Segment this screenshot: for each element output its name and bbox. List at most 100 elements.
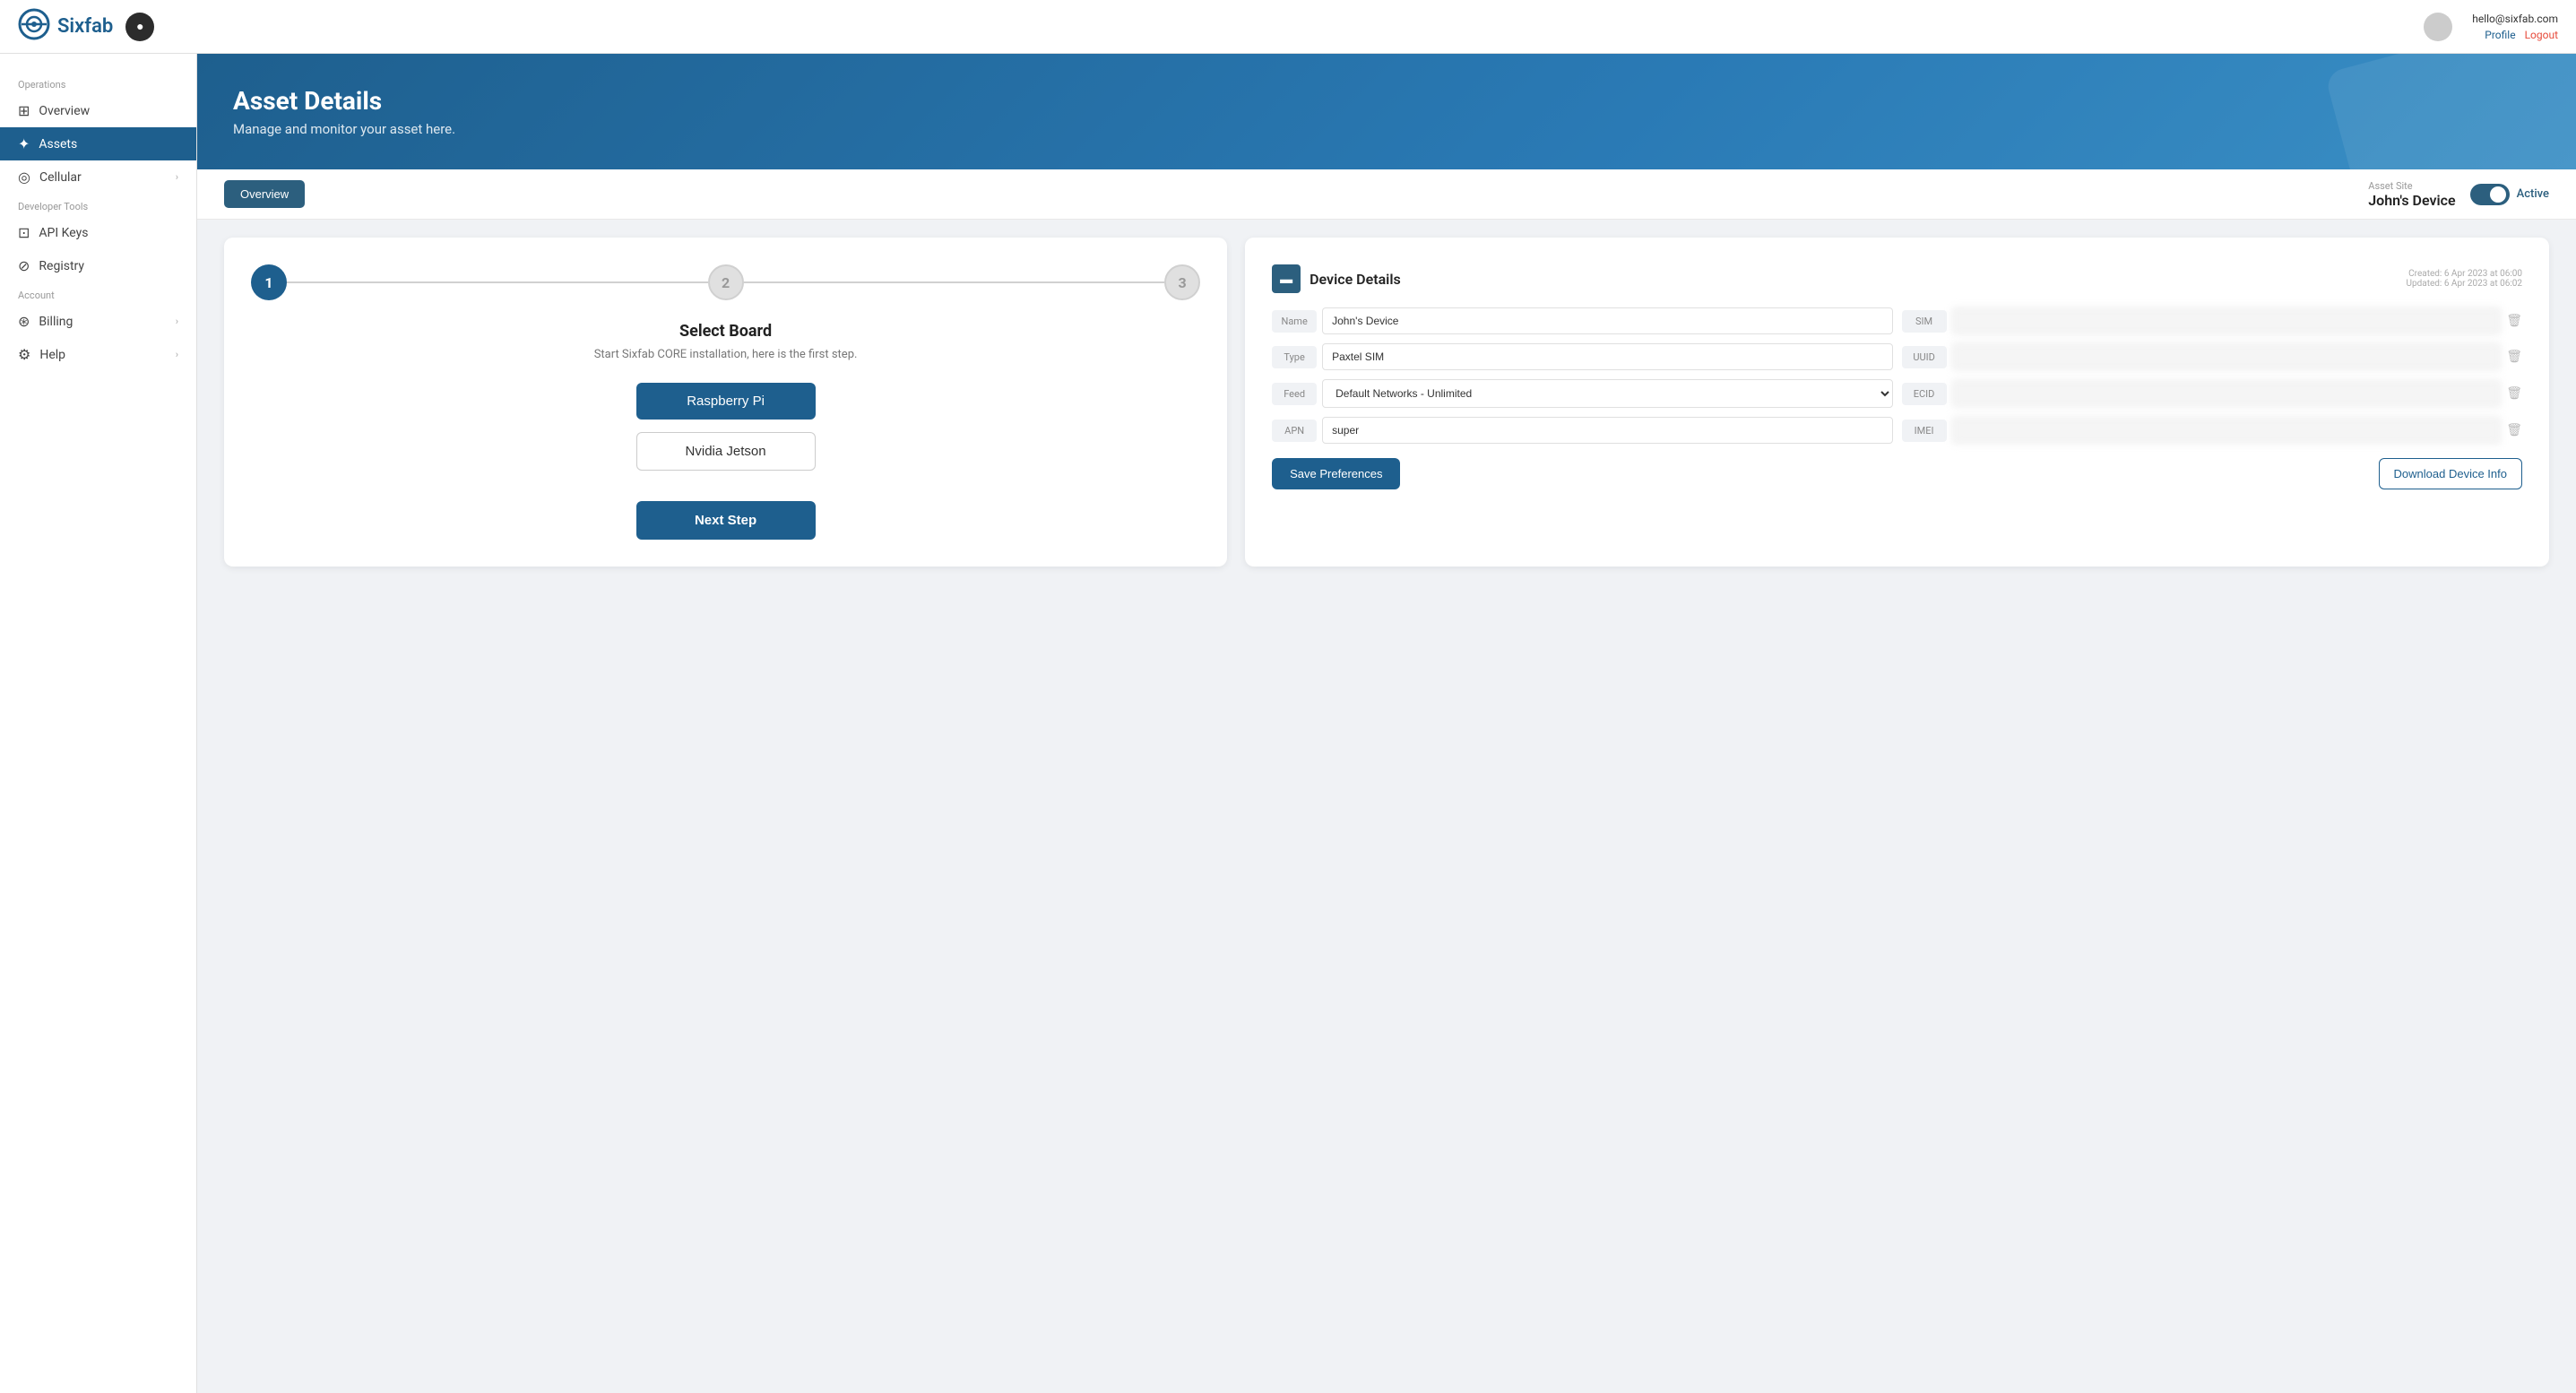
select-board-subtitle: Start Sixfab CORE installation, here is … (251, 348, 1200, 361)
step-3-label: 3 (1179, 274, 1187, 291)
sidebar-item-api-keys[interactable]: ⊡ API Keys (0, 216, 196, 249)
asset-site-label: Asset Site (2368, 180, 2455, 192)
step-3-circle: 3 (1164, 264, 1200, 300)
device-icon: ▬ (1272, 264, 1301, 293)
status-badge: Active (2517, 187, 2549, 201)
user-email: hello@sixfab.com (2472, 13, 2558, 25)
type-row: Type (1272, 343, 1892, 370)
tab-bar-right: Asset Site John's Device Active (2368, 180, 2549, 209)
step-2-label: 2 (722, 274, 730, 291)
overview-tab[interactable]: Overview (224, 180, 305, 208)
sidebar-item-label: Assets (39, 137, 77, 151)
layout: Operations ⊞ Overview ✦ Assets ◎ Cellula… (0, 54, 2576, 1393)
uuid-trash-icon[interactable]: 🗑 (2506, 350, 2522, 364)
logo[interactable]: Sixfab (18, 8, 113, 46)
help-icon: ⚙ (18, 346, 30, 363)
sidebar-item-label: Help (39, 348, 65, 362)
select-board-title: Select Board (251, 322, 1200, 341)
page-title: Asset Details (233, 86, 2540, 116)
sidebar-item-label: Cellular (39, 170, 82, 185)
main: Asset Details Manage and monitor your as… (197, 54, 2576, 1393)
assets-icon: ✦ (18, 135, 30, 152)
name-input[interactable] (1322, 307, 1892, 334)
sidebar-section-operations: Operations (0, 72, 196, 94)
nav-right: hello@sixfab.com Profile Logout (2472, 13, 2558, 41)
ecid-input[interactable] (1952, 380, 2502, 407)
sidebar-item-assets[interactable]: ✦ Assets (0, 127, 196, 160)
sidebar-item-label: API Keys (39, 226, 88, 240)
imei-input[interactable] (1952, 417, 2502, 444)
apikeys-icon: ⊡ (18, 224, 30, 241)
asset-name: John's Device (2368, 192, 2455, 209)
save-preferences-button[interactable]: Save Preferences (1272, 458, 1400, 489)
sidebar-item-registry[interactable]: ⊘ Registry (0, 249, 196, 282)
nav-left: Sixfab ● (18, 8, 154, 46)
logo-text: Sixfab (57, 15, 113, 38)
sidebar-section-developer: Developer Tools (0, 194, 196, 216)
sidebar-item-cellular[interactable]: ◎ Cellular › (0, 160, 196, 194)
raspberry-pi-button[interactable]: Raspberry Pi (636, 383, 816, 420)
uuid-input[interactable] (1952, 343, 2502, 370)
step-1-circle: 1 (251, 264, 287, 300)
feed-row: Feed Default Networks - Unlimited (1272, 379, 1892, 408)
sidebar-item-overview[interactable]: ⊞ Overview (0, 94, 196, 127)
type-label: Type (1272, 346, 1317, 368)
card-footer: Save Preferences Download Device Info (1272, 458, 2522, 489)
nav-circle-btn[interactable]: ● (125, 13, 154, 41)
updated-timestamp: Updated: 6 Apr 2023 at 06:02 (2407, 279, 2522, 289)
imei-label: IMEI (1902, 420, 1947, 442)
asset-name-group: Asset Site John's Device (2368, 180, 2455, 209)
logout-link[interactable]: Logout (2525, 29, 2558, 41)
sim-row: SIM 🗑 (1902, 307, 2522, 334)
topnav: Sixfab ● hello@sixfab.com Profile Logout (0, 0, 2576, 54)
content-columns: 1 2 3 Select Board Start Sixfab CORE ins… (197, 220, 2576, 584)
chevron-right-icon: › (176, 349, 178, 360)
device-timestamps: Created: 6 Apr 2023 at 06:00 Updated: 6 … (2407, 269, 2522, 289)
status-toggle[interactable] (2470, 184, 2510, 205)
name-row: Name (1272, 307, 1892, 334)
download-device-info-button[interactable]: Download Device Info (2379, 458, 2522, 489)
cellular-icon: ◎ (18, 169, 30, 186)
feed-label: Feed (1272, 383, 1317, 405)
step-2-circle: 2 (708, 264, 744, 300)
sim-label: SIM (1902, 310, 1947, 333)
device-form: Name SIM 🗑 Type UUID (1272, 307, 2522, 444)
nav-circle-icon: ● (136, 19, 143, 34)
registry-icon: ⊘ (18, 257, 30, 274)
sidebar: Operations ⊞ Overview ✦ Assets ◎ Cellula… (0, 54, 197, 1393)
board-buttons: Raspberry Pi Nvidia Jetson Next Step (251, 383, 1200, 540)
sidebar-item-help[interactable]: ⚙ Help › (0, 338, 196, 371)
device-details-header: ▬ Device Details Created: 6 Apr 2023 at … (1272, 264, 2522, 293)
type-input[interactable] (1322, 343, 1892, 370)
profile-link[interactable]: Profile (2485, 29, 2515, 41)
toggle-group: Active (2470, 184, 2549, 205)
nav-links: Profile Logout (2485, 29, 2558, 41)
sidebar-item-label: Billing (39, 315, 73, 329)
apn-input[interactable] (1322, 417, 1892, 444)
apn-label: APN (1272, 420, 1317, 442)
device-details-card: ▬ Device Details Created: 6 Apr 2023 at … (1245, 238, 2549, 567)
step-1-label: 1 (264, 274, 272, 291)
billing-icon: ⊛ (18, 313, 30, 330)
imei-trash-icon[interactable]: 🗑 (2506, 423, 2522, 437)
step-line-1 (287, 281, 708, 283)
logo-icon (18, 8, 50, 46)
chevron-right-icon: › (176, 171, 178, 183)
header-banner: Asset Details Manage and monitor your as… (197, 54, 2576, 169)
feed-select[interactable]: Default Networks - Unlimited (1322, 379, 1892, 408)
next-step-button[interactable]: Next Step (636, 501, 816, 540)
created-timestamp: Created: 6 Apr 2023 at 06:00 (2407, 269, 2522, 279)
apn-row: APN (1272, 417, 1892, 444)
sidebar-section-account: Account (0, 282, 196, 305)
name-label: Name (1272, 310, 1317, 333)
sim-input[interactable] (1952, 307, 2502, 334)
device-icon-symbol: ▬ (1280, 272, 1292, 287)
sim-trash-icon[interactable]: 🗑 (2506, 314, 2522, 328)
ecid-trash-icon[interactable]: 🗑 (2506, 386, 2522, 401)
select-board-card: 1 2 3 Select Board Start Sixfab CORE ins… (224, 238, 1227, 567)
sidebar-item-billing[interactable]: ⊛ Billing › (0, 305, 196, 338)
stepper: 1 2 3 (251, 264, 1200, 300)
nvidia-jetson-button[interactable]: Nvidia Jetson (636, 432, 816, 471)
imei-row: IMEI 🗑 (1902, 417, 2522, 444)
page-subtitle: Manage and monitor your asset here. (233, 121, 2540, 137)
